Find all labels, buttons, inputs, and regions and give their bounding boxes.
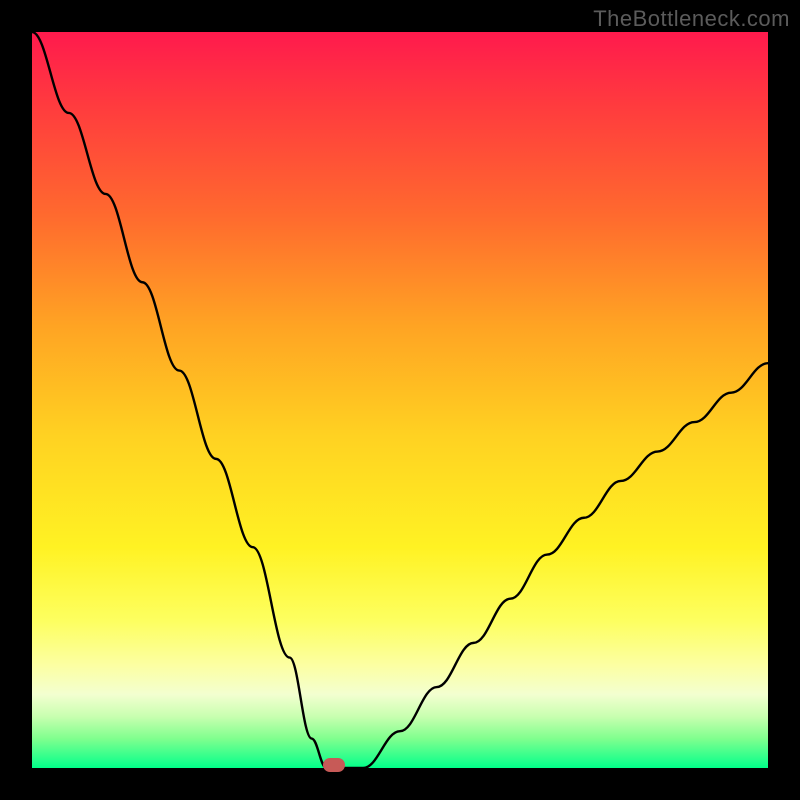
optimal-point-marker — [323, 758, 345, 772]
curve-svg — [32, 32, 768, 768]
plot-area — [32, 32, 768, 768]
chart-frame: TheBottleneck.com — [0, 0, 800, 800]
bottleneck-curve — [32, 32, 768, 768]
watermark-text: TheBottleneck.com — [593, 6, 790, 32]
